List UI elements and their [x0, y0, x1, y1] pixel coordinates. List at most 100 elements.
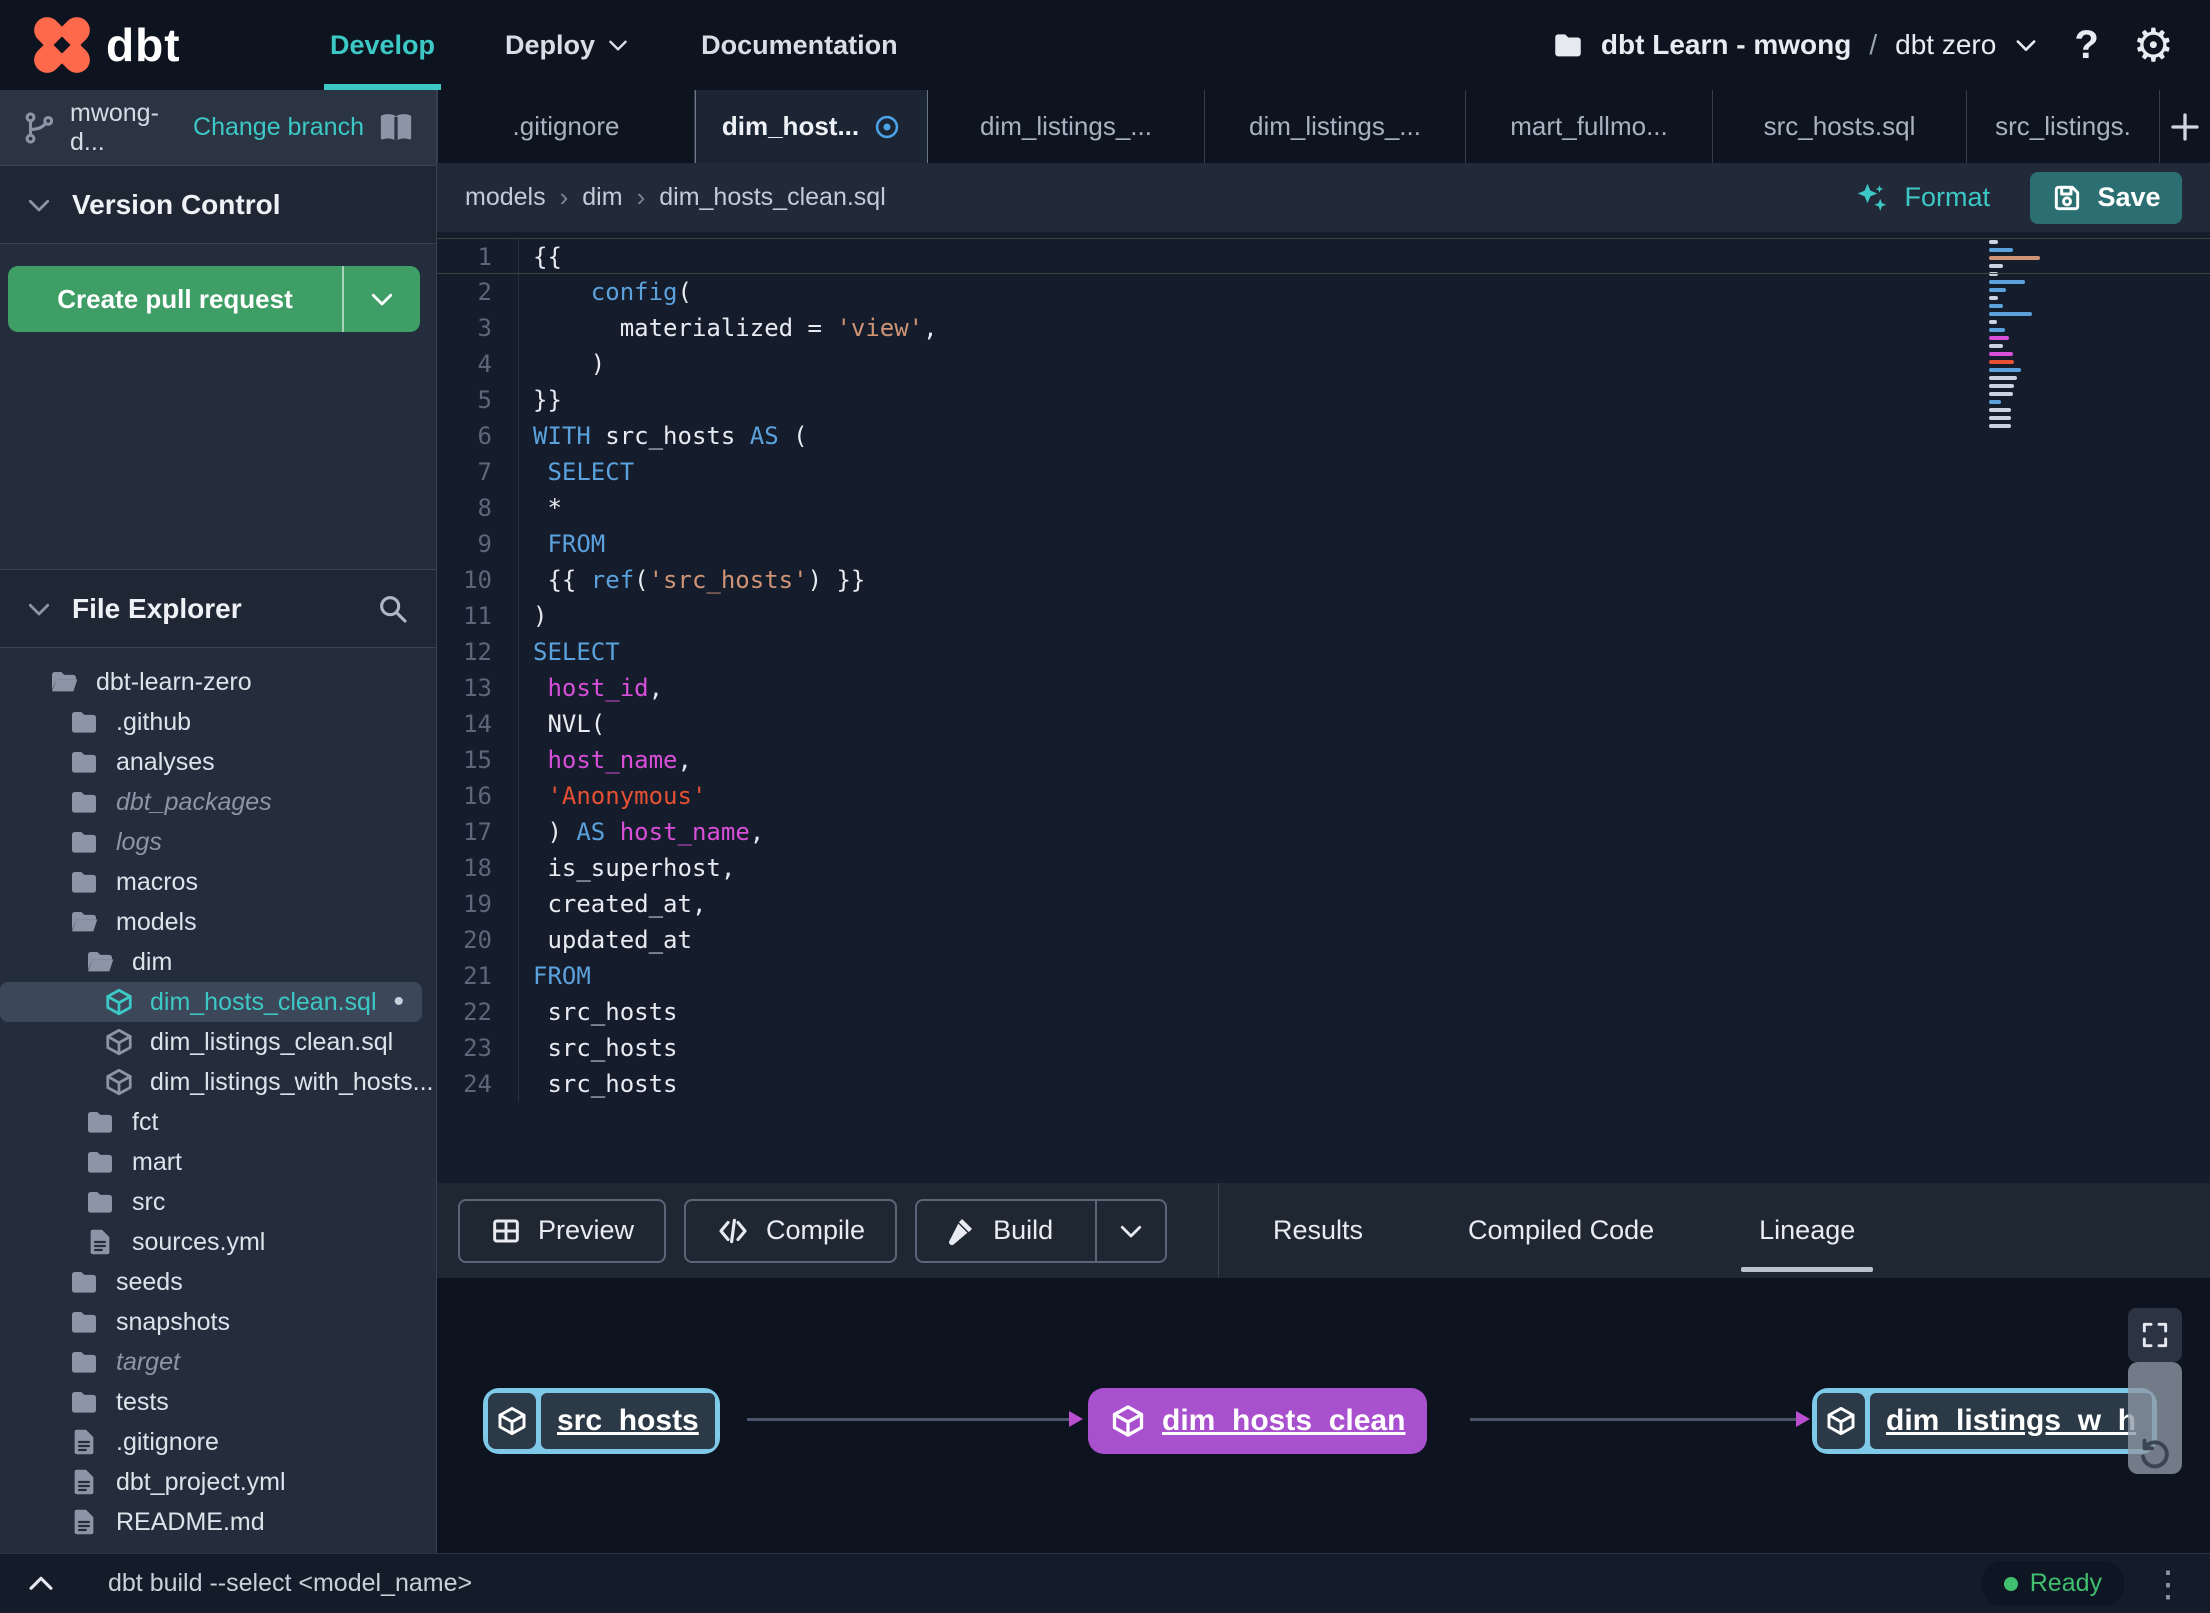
code-line-16[interactable]: 16 'Anonymous' [437, 778, 2210, 814]
settings-gear-icon[interactable]: ⚙ [2133, 22, 2174, 68]
docs-book-icon[interactable] [378, 110, 414, 146]
editor-tab-mart-fullmo-[interactable]: mart_fullmo... [1466, 90, 1713, 163]
editor-tab-dim-listings-[interactable]: dim_listings_... [1205, 90, 1466, 163]
file-tree-item-snapshots[interactable]: snapshots [0, 1302, 436, 1342]
result-tab-results[interactable]: Results [1273, 1183, 1363, 1278]
code-line-14[interactable]: 14 NVL( [437, 706, 2210, 742]
search-icon[interactable] [376, 592, 410, 626]
file-tree-item-dbt-packages[interactable]: dbt_packages [0, 782, 436, 822]
file-tree-item-readme-md[interactable]: README.md [0, 1502, 436, 1542]
lineage-node-src-hosts[interactable]: src_hosts [483, 1388, 720, 1454]
build-button-main[interactable]: Build [917, 1201, 1079, 1261]
code-line-2[interactable]: 2 config( [437, 274, 2210, 310]
breadcrumb-item[interactable]: dim_hosts_clean.sql [659, 183, 886, 212]
file-tree-item--gitignore[interactable]: .gitignore [0, 1422, 436, 1462]
editor-tab-src-listings-[interactable]: src_listings. [1967, 90, 2160, 163]
file-tree-item-target[interactable]: target [0, 1342, 436, 1382]
file-tree-item-dim-listings-clean-sql[interactable]: dim_listings_clean.sql [0, 1022, 436, 1062]
lineage-scrollbar[interactable] [2128, 1362, 2182, 1474]
editor-tab-src-hosts-sql[interactable]: src_hosts.sql [1713, 90, 1967, 163]
line-number: 5 [437, 382, 519, 418]
file-tree-item-sources-yml[interactable]: sources.yml [0, 1222, 436, 1262]
code-line-11[interactable]: 11) [437, 598, 2210, 634]
file-tree-item--github[interactable]: .github [0, 702, 436, 742]
code-line-8[interactable]: 8 * [437, 490, 2210, 526]
code-line-23[interactable]: 23 src_hosts [437, 1030, 2210, 1066]
command-hint[interactable]: dbt build --select <model_name> [108, 1569, 472, 1598]
kebab-menu-icon[interactable]: ⋮ [2150, 1563, 2186, 1605]
file-tree-item-analyses[interactable]: analyses [0, 742, 436, 782]
build-button[interactable]: Build [915, 1198, 1168, 1263]
create-pull-request-button[interactable]: Create pull request [8, 266, 420, 332]
lineage-node-dim-hosts-clean[interactable]: dim_hosts_clean [1088, 1388, 1428, 1454]
fullscreen-button[interactable] [2128, 1308, 2182, 1362]
code-line-7[interactable]: 7 SELECT [437, 454, 2210, 490]
compile-button[interactable]: Compile [684, 1198, 898, 1263]
code-line-10[interactable]: 10 {{ ref('src_hosts') }} [437, 562, 2210, 598]
code-line-6[interactable]: 6 WITH src_hosts AS ( [437, 418, 2210, 454]
code-line-15[interactable]: 15 host_name, [437, 742, 2210, 778]
code-line-19[interactable]: 19 created_at, [437, 886, 2210, 922]
file-tree-item-logs[interactable]: logs [0, 822, 436, 862]
code-line-4[interactable]: 4 ) [437, 346, 2210, 382]
code-editor[interactable]: 1{{2 config(3 materialized = 'view', 4 ) 5… [437, 232, 2210, 1183]
dbt-logo[interactable]: dbt [0, 11, 300, 79]
code-line-24[interactable]: 24 src_hosts [437, 1066, 2210, 1102]
project-selector[interactable]: dbt Learn - mwong / dbt zero [1551, 28, 2040, 62]
code-line-13[interactable]: 13 host_id, [437, 670, 2210, 706]
code-line-9[interactable]: 9 FROM [437, 526, 2210, 562]
nav-item-documentation[interactable]: Documentation [701, 0, 898, 90]
result-tab-lineage[interactable]: Lineage [1741, 1183, 1874, 1278]
file-tree-item-macros[interactable]: macros [0, 862, 436, 902]
folder-open-icon [68, 906, 100, 938]
file-tree-item-models[interactable]: models [0, 902, 436, 942]
code-line-17[interactable]: 17 ) AS host_name, [437, 814, 2210, 850]
code-line-3[interactable]: 3 materialized = 'view', [437, 310, 2210, 346]
chevron-down-icon [1116, 1216, 1146, 1246]
model-cube-icon [488, 1393, 536, 1449]
file-tree-item-dbt-learn-zero[interactable]: dbt-learn-zero [0, 662, 436, 702]
code-line-1[interactable]: 1 {{ [437, 238, 2210, 274]
file-tree-item-mart[interactable]: mart [0, 1142, 436, 1182]
format-button[interactable]: Format [1854, 180, 1990, 216]
change-branch-link[interactable]: Change branch [193, 113, 364, 142]
editor-tab-dim-host-[interactable]: dim_host... [695, 90, 928, 163]
version-control-header[interactable]: Version Control [0, 166, 436, 244]
chevron-up-icon[interactable] [24, 1567, 58, 1601]
editor-tab--gitignore[interactable]: .gitignore [437, 90, 695, 163]
breadcrumb-item[interactable]: dim [582, 183, 622, 212]
file-tree-item-dim-listings-with-hosts-[interactable]: dim_listings_with_hosts... [0, 1062, 436, 1102]
file-tree-item-dim-hosts-clean-sql[interactable]: dim_hosts_clean.sql • [0, 982, 422, 1022]
code-line-21[interactable]: 21 FROM [437, 958, 2210, 994]
file-tree-item-dim[interactable]: dim [0, 942, 436, 982]
file-tree-item-seeds[interactable]: seeds [0, 1262, 436, 1302]
code-text: WITH src_hosts AS ( [533, 422, 808, 450]
result-tab-compiled-code[interactable]: Compiled Code [1468, 1183, 1654, 1278]
file-explorer-header[interactable]: File Explorer [0, 570, 436, 648]
file-tree-item-fct[interactable]: fct [0, 1102, 436, 1142]
code-text: host_name, [547, 746, 692, 774]
lineage-edge-2 [1470, 1411, 1810, 1427]
git-branch-icon [22, 111, 56, 145]
editor-tab-dim-listings-[interactable]: dim_listings_... [928, 90, 1205, 163]
file-tree-item-tests[interactable]: tests [0, 1382, 436, 1422]
nav-item-deploy[interactable]: Deploy [505, 0, 631, 90]
breadcrumb-item[interactable]: models [465, 183, 546, 212]
preview-button[interactable]: Preview [458, 1198, 667, 1263]
save-button[interactable]: Save [2030, 171, 2182, 224]
create-pr-dropdown[interactable] [342, 266, 420, 332]
file-icon [68, 1506, 100, 1538]
sparkles-icon [1854, 180, 1890, 216]
lineage-node-dim-listings-w-h[interactable]: dim_listings_w_h [1812, 1388, 2158, 1454]
code-line-20[interactable]: 20 updated_at [437, 922, 2210, 958]
file-tree-item-dbt-project-yml[interactable]: dbt_project.yml [0, 1462, 436, 1502]
file-tree-item-src[interactable]: src [0, 1182, 436, 1222]
code-line-5[interactable]: 5}} [437, 382, 2210, 418]
new-tab-button[interactable] [2160, 90, 2210, 163]
nav-item-develop[interactable]: Develop [323, 0, 442, 90]
help-button[interactable]: ? [2074, 23, 2098, 68]
code-line-22[interactable]: 22 src_hosts [437, 994, 2210, 1030]
code-line-18[interactable]: 18 is_superhost, [437, 850, 2210, 886]
build-dropdown[interactable] [1095, 1200, 1165, 1261]
code-line-12[interactable]: 12 SELECT [437, 634, 2210, 670]
